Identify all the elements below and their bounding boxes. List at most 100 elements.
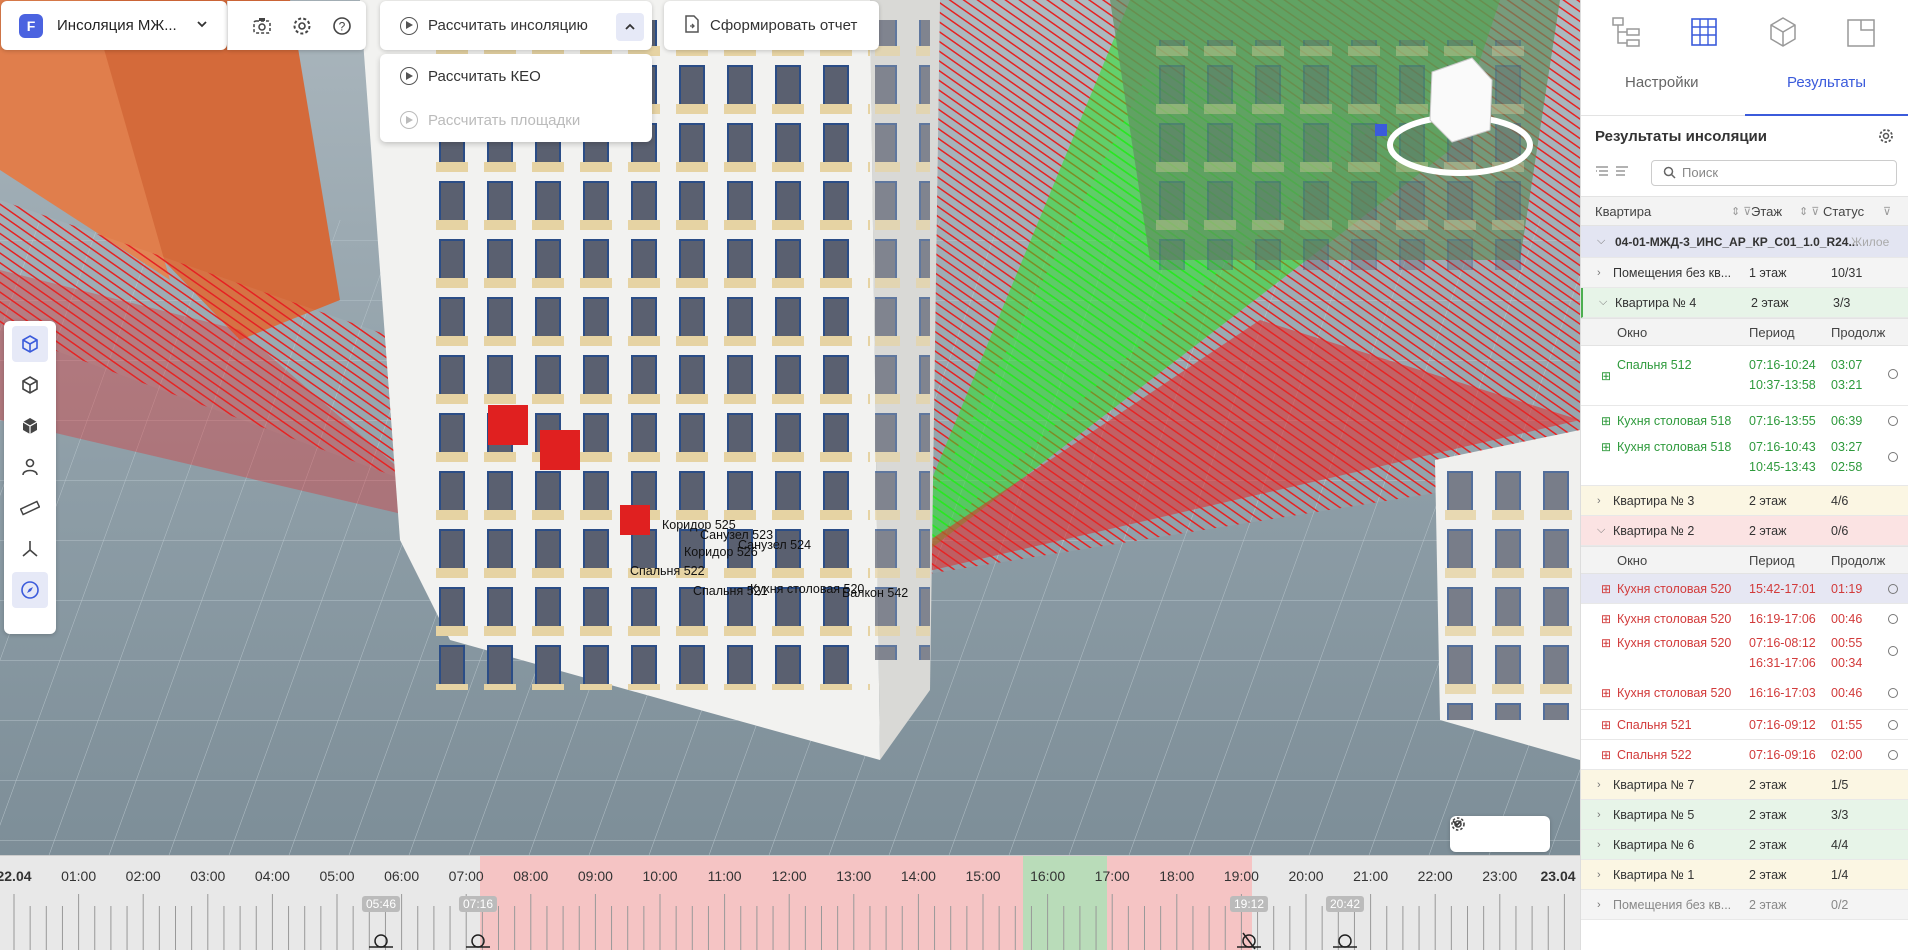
person-icon[interactable] bbox=[12, 449, 48, 485]
window-grid-icon: ⊞ bbox=[1601, 368, 1612, 383]
cube-solid-icon[interactable] bbox=[12, 408, 48, 444]
results-settings-icon[interactable] bbox=[1878, 128, 1894, 148]
col-status[interactable]: Статус bbox=[1823, 204, 1864, 219]
table-row[interactable]: › Помещения без кв... 1 этаж 10/31 bbox=[1581, 258, 1908, 288]
period: 10:37-13:58 bbox=[1749, 378, 1816, 392]
timeline-hour-label: 16:00 bbox=[1030, 868, 1066, 884]
3d-viewport[interactable]: Коридор 525 Санузел 523 Санузел 524 Кори… bbox=[0, 0, 1580, 855]
report-button[interactable]: Сформировать отчет bbox=[664, 1, 879, 50]
apartment-name: Квартира № 7 bbox=[1613, 777, 1695, 792]
panel-tabs: Настройки Результаты bbox=[1581, 0, 1908, 116]
chevron-down-icon[interactable] bbox=[195, 17, 209, 34]
menu-item-calc-keo[interactable]: Рассчитать КЕО bbox=[380, 54, 652, 98]
window-row[interactable]: ⊞ Кухня столовая 518 07:16-13:55 06:39 bbox=[1581, 406, 1908, 436]
search-input[interactable]: Поиск bbox=[1651, 160, 1897, 186]
chevron-right-icon[interactable]: › bbox=[1597, 495, 1601, 507]
chevron-right-icon[interactable]: › bbox=[1597, 779, 1601, 791]
tree-icon[interactable] bbox=[1609, 14, 1645, 50]
gear-icon[interactable] bbox=[288, 12, 316, 40]
timeline-hour-label: 07:00 bbox=[448, 868, 484, 884]
scene-label[interactable]: Коридор 526 bbox=[684, 545, 758, 559]
duration: 06:39 bbox=[1831, 414, 1863, 428]
help-icon[interactable]: ? bbox=[328, 12, 356, 40]
window-row[interactable]: ⊞ Спальня 522 07:16-09:16 02:00 bbox=[1581, 740, 1908, 770]
chevron-right-icon[interactable]: › bbox=[1597, 267, 1601, 279]
sort-filter-icon[interactable]: ⇕ ⊽ bbox=[1731, 205, 1751, 218]
window-name: Кухня столовая 518 bbox=[1617, 440, 1732, 454]
window-row[interactable]: ⊞ Спальня 512 07:16-10:24 03:07 10:37-13… bbox=[1581, 346, 1908, 406]
table-row[interactable]: › Квартира № 5 2 этаж 3/3 bbox=[1581, 800, 1908, 830]
period: 07:16-10:43 bbox=[1749, 440, 1816, 454]
chevron-down-icon[interactable]: ⌵ bbox=[1597, 524, 1605, 537]
chevron-right-icon[interactable]: › bbox=[1597, 839, 1601, 851]
floor: 2 этаж bbox=[1749, 493, 1787, 508]
table-row[interactable]: › Квартира № 6 2 этаж 4/4 bbox=[1581, 830, 1908, 860]
table-row[interactable]: › Квартира № 7 2 этаж 1/5 bbox=[1581, 770, 1908, 800]
calc-insolation-button[interactable]: Рассчитать инсоляцию bbox=[428, 17, 588, 34]
window-name: Кухня столовая 520 bbox=[1617, 581, 1732, 596]
window-row[interactable]: ⊞ Кухня столовая 520 16:16-17:03 00:46 bbox=[1581, 676, 1908, 710]
table-header: Квартира ⇕ ⊽ Этаж ⇕ ⊽ Статус ⊽ bbox=[1581, 196, 1908, 226]
table-row[interactable]: › Квартира № 1 2 этаж 1/4 bbox=[1581, 860, 1908, 890]
calc-insolation-group: Рассчитать инсоляцию bbox=[380, 1, 652, 50]
window-row[interactable]: ⊞ Кухня столовая 518 07:16-10:43 03:27 1… bbox=[1581, 436, 1908, 486]
chevron-right-icon[interactable]: › bbox=[1597, 809, 1601, 821]
chevron-right-icon[interactable]: › bbox=[1597, 899, 1601, 911]
chevron-up-icon[interactable] bbox=[616, 13, 644, 41]
axes-icon[interactable] bbox=[12, 531, 48, 567]
table-row[interactable]: › Помещения без кв... 2 этаж 0/2 bbox=[1581, 890, 1908, 920]
col-apartment[interactable]: Квартира bbox=[1595, 204, 1651, 219]
table-grid-icon[interactable] bbox=[1687, 14, 1723, 50]
window-row[interactable]: ⊞ Кухня столовая 520 07:16-08:12 00:55 1… bbox=[1581, 634, 1908, 676]
clock-icon[interactable] bbox=[1888, 452, 1898, 462]
cube-outline-icon[interactable] bbox=[12, 367, 48, 403]
window-row[interactable]: ⊞ Спальня 521 07:16-09:12 01:55 bbox=[1581, 710, 1908, 740]
timeline-hour-label: 01:00 bbox=[61, 868, 97, 884]
sort-filter-icon[interactable]: ⇕ ⊽ bbox=[1799, 205, 1819, 218]
table-row-root[interactable]: ⌵ 04-01-МЖД-3_ИНС_АР_КР_С01_1.0_R24... Ж… bbox=[1581, 226, 1908, 258]
chevron-down-icon[interactable]: ⌵ bbox=[1599, 296, 1607, 309]
timeline[interactable]: 22.04 01:00 02:00 03:00 04:00 05:00 06:00 07:0… bbox=[0, 855, 1580, 950]
menu-item-calc-sites: Рассчитать площадки bbox=[380, 98, 652, 142]
apartment-name: Квартира № 4 bbox=[1615, 295, 1697, 310]
clock-icon[interactable] bbox=[1888, 583, 1898, 594]
timeline-hour-label: 15:00 bbox=[965, 868, 1001, 884]
window-row[interactable]: ⊞ Кухня столовая 520 15:42-17:01 01:19 bbox=[1581, 574, 1908, 604]
clock-icon[interactable] bbox=[1888, 646, 1898, 656]
filter-icon[interactable]: ⊽ bbox=[1883, 205, 1891, 218]
collapse-all-icon[interactable] bbox=[1615, 165, 1629, 182]
chevron-right-icon[interactable]: › bbox=[1597, 869, 1601, 881]
status: 1/4 bbox=[1831, 867, 1849, 882]
clock-icon[interactable] bbox=[1888, 369, 1898, 379]
window-row[interactable]: ⊞ Кухня столовая 520 16:19-17:06 00:46 bbox=[1581, 604, 1908, 634]
clock-icon[interactable] bbox=[1888, 614, 1898, 624]
screenshot-icon[interactable] bbox=[248, 12, 276, 40]
table-row[interactable]: ⌵ Квартира № 2 2 этаж 0/6 bbox=[1581, 516, 1908, 546]
scene-label[interactable]: Спальня 522 bbox=[630, 564, 705, 578]
compass-icon[interactable] bbox=[12, 572, 48, 608]
ruler-icon[interactable] bbox=[12, 490, 48, 526]
tab-settings[interactable]: Настройки bbox=[1625, 74, 1699, 91]
chevron-down-icon[interactable]: ⌵ bbox=[1597, 235, 1605, 248]
duration: 02:00 bbox=[1831, 747, 1863, 762]
table-row[interactable]: ⌵ Квартира № 4 2 этаж 3/3 bbox=[1581, 288, 1908, 318]
status: 10/31 bbox=[1831, 265, 1863, 280]
clock-icon[interactable] bbox=[1888, 749, 1898, 760]
col-floor[interactable]: Этаж bbox=[1751, 204, 1782, 219]
floor: 2 этаж bbox=[1749, 867, 1787, 882]
table-row[interactable]: › Квартира № 3 2 этаж 4/6 bbox=[1581, 486, 1908, 516]
timeline-hour-label: 18:00 bbox=[1159, 868, 1195, 884]
clock-icon[interactable] bbox=[1888, 687, 1898, 698]
tab-results[interactable]: Результаты bbox=[1787, 74, 1866, 91]
expand-all-icon[interactable] bbox=[1595, 165, 1609, 182]
floorplan-icon[interactable] bbox=[1843, 14, 1879, 50]
scene-label[interactable]: Балкон 542 bbox=[842, 586, 908, 600]
project-selector[interactable]: F Инсоляция МЖ... bbox=[1, 1, 227, 50]
clock-icon[interactable] bbox=[1888, 416, 1898, 426]
3d-view-icon[interactable] bbox=[12, 326, 48, 362]
cube-3d-icon[interactable] bbox=[1765, 14, 1801, 50]
scene-graphics bbox=[0, 0, 1580, 855]
col-window: Окно bbox=[1617, 324, 1648, 340]
window-name: Спальня 521 bbox=[1617, 717, 1692, 732]
clock-icon[interactable] bbox=[1888, 719, 1898, 730]
